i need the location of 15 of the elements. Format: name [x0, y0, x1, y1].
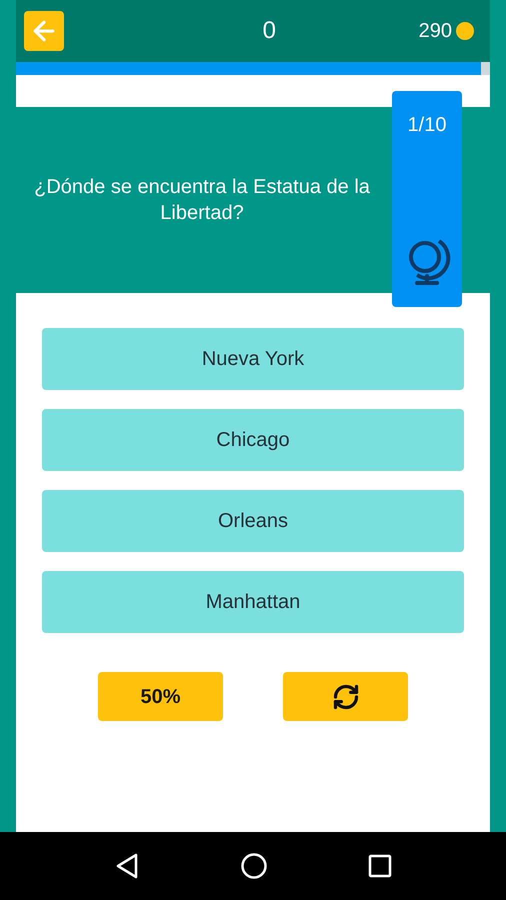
back-nav-icon[interactable] [114, 852, 140, 880]
refresh-button[interactable] [283, 672, 408, 721]
answer-button[interactable]: Manhattan [42, 571, 464, 633]
answer-button[interactable]: Chicago [42, 409, 464, 471]
answer-button[interactable]: Orleans [42, 490, 464, 552]
coin-count: 290 [418, 19, 452, 44]
home-nav-icon[interactable] [240, 852, 268, 880]
question-counter: 1/10 [408, 113, 446, 138]
fifty-fifty-button[interactable]: 50% [98, 672, 223, 721]
coin-icon [456, 22, 474, 40]
score: 0 [262, 16, 276, 46]
refresh-icon [332, 682, 360, 710]
answer-button[interactable]: Nueva York [42, 328, 464, 390]
question-text: ¿Dónde se encuentra la Estatua de la Libertad? [33, 175, 371, 226]
recents-nav-icon[interactable] [368, 854, 392, 878]
